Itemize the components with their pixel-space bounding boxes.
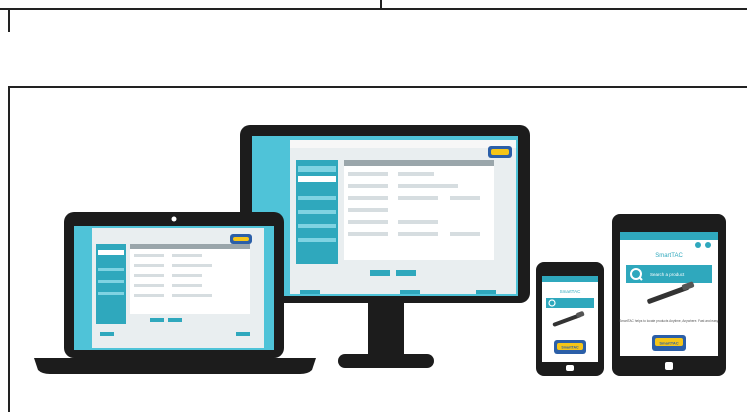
phone-search-button[interactable] [546, 298, 594, 308]
phone-home-button[interactable] [566, 365, 574, 371]
menu-icon [705, 242, 711, 248]
settings-icon [695, 242, 701, 248]
svg-text:SmartTAC: SmartTAC [659, 341, 678, 346]
webcam-icon [171, 216, 177, 222]
tablet: SmartTAC Search a product SmartTAC helps… [612, 214, 726, 376]
devices-illustration: SmartTAC Search a product SmartTAC helps… [34, 125, 726, 376]
laptop-sidebar [96, 244, 126, 324]
home-button[interactable] [665, 362, 673, 370]
svg-text:SmartTAC: SmartTAC [561, 346, 579, 350]
phone-app-title: SmartTAC [560, 289, 581, 294]
laptop [34, 212, 316, 374]
tablet-app-title: SmartTAC [655, 253, 683, 259]
tablet-body-text: SmartTAC helps to locate products Anytim… [619, 319, 719, 323]
phone: SmartTAC SmartTAC [536, 262, 604, 376]
search-label: Search a product [650, 272, 685, 277]
